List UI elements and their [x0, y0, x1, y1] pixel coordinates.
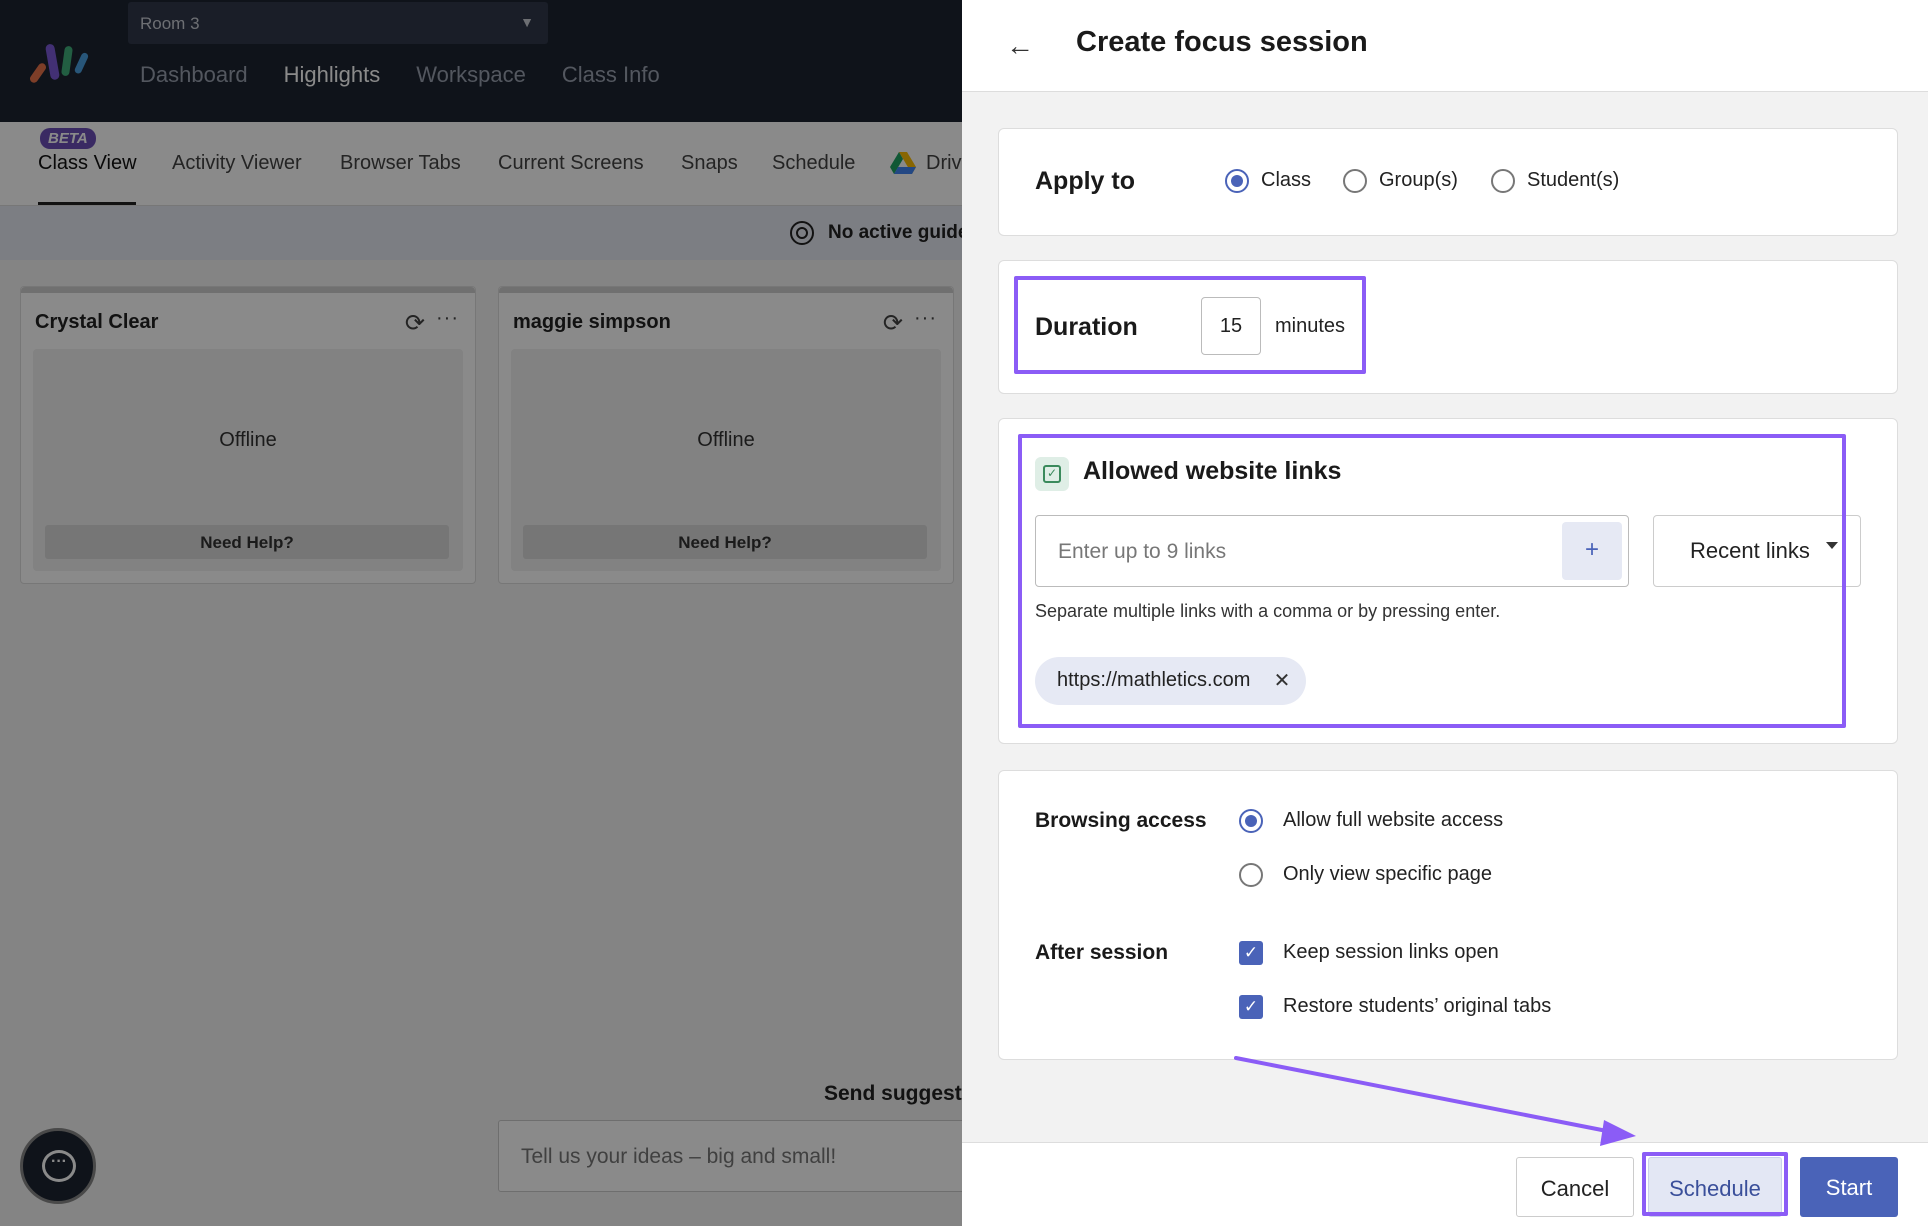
radio-full-access-label[interactable]: Allow full website access: [1283, 809, 1503, 832]
panel-footer: Cancel Schedule Start: [962, 1142, 1928, 1226]
checkbox-restore-tabs[interactable]: ✓: [1239, 995, 1263, 1019]
radio-specific-page[interactable]: [1239, 863, 1263, 887]
schedule-button[interactable]: Schedule: [1648, 1157, 1782, 1217]
add-link-button[interactable]: +: [1562, 522, 1622, 580]
radio-class-label[interactable]: Class: [1261, 169, 1311, 192]
duration-unit: minutes: [1275, 315, 1346, 337]
start-button[interactable]: Start: [1800, 1157, 1898, 1217]
cancel-button[interactable]: Cancel: [1516, 1157, 1634, 1217]
panel-title: Create focus session: [1076, 26, 1368, 58]
close-icon[interactable]: ✕: [1274, 668, 1291, 693]
link-chip: https://mathletics.com ✕: [1035, 657, 1307, 705]
apply-to-section: Apply to Class Group(s) Student(s): [998, 128, 1898, 236]
checkbox-restore-tabs-label[interactable]: Restore students’ original tabs: [1283, 995, 1551, 1018]
duration-section: Duration 15 minutes: [998, 260, 1898, 394]
browsing-section: Browsing access Allow full website acces…: [998, 770, 1898, 1060]
allowed-links-section: Allowed website links Enter up to 9 link…: [998, 418, 1898, 744]
radio-groups-label[interactable]: Group(s): [1379, 169, 1458, 192]
radio-groups[interactable]: [1343, 169, 1367, 193]
duration-label: Duration: [1035, 313, 1138, 341]
arrow-left-icon[interactable]: ←: [1006, 30, 1034, 62]
radio-students-label[interactable]: Student(s): [1527, 169, 1619, 192]
after-session-label: After session: [1035, 941, 1169, 964]
recent-links-dropdown[interactable]: Recent links: [1653, 515, 1861, 587]
checkbox-keep-links[interactable]: ✓: [1239, 941, 1263, 965]
focus-session-panel: ← Create focus session Apply to Class Gr…: [962, 0, 1928, 1226]
background-app: Room 3 ▼ Dashboard Highlights Workspace …: [0, 0, 962, 1226]
radio-class[interactable]: [1225, 169, 1249, 193]
modal-overlay[interactable]: [0, 0, 962, 1226]
caret-down-icon: [1826, 542, 1838, 549]
allowed-links-title: Allowed website links: [1083, 457, 1342, 485]
radio-students[interactable]: [1491, 169, 1515, 193]
links-input-placeholder: Enter up to 9 links: [1058, 540, 1227, 563]
radio-full-access[interactable]: [1239, 809, 1263, 833]
checkbox-keep-links-label[interactable]: Keep session links open: [1283, 941, 1499, 964]
panel-header: ← Create focus session: [962, 0, 1928, 92]
browsing-access-label: Browsing access: [1035, 809, 1207, 832]
radio-specific-page-label[interactable]: Only view specific page: [1283, 863, 1492, 886]
recent-links-label: Recent links: [1690, 538, 1810, 563]
links-hint: Separate multiple links with a comma or …: [1035, 601, 1501, 621]
apply-to-label: Apply to: [1035, 167, 1135, 195]
calendar-check-icon: [1035, 457, 1069, 491]
link-chip-text: https://mathletics.com: [1057, 669, 1251, 691]
duration-input[interactable]: 15: [1201, 297, 1261, 355]
links-input[interactable]: Enter up to 9 links +: [1035, 515, 1629, 587]
